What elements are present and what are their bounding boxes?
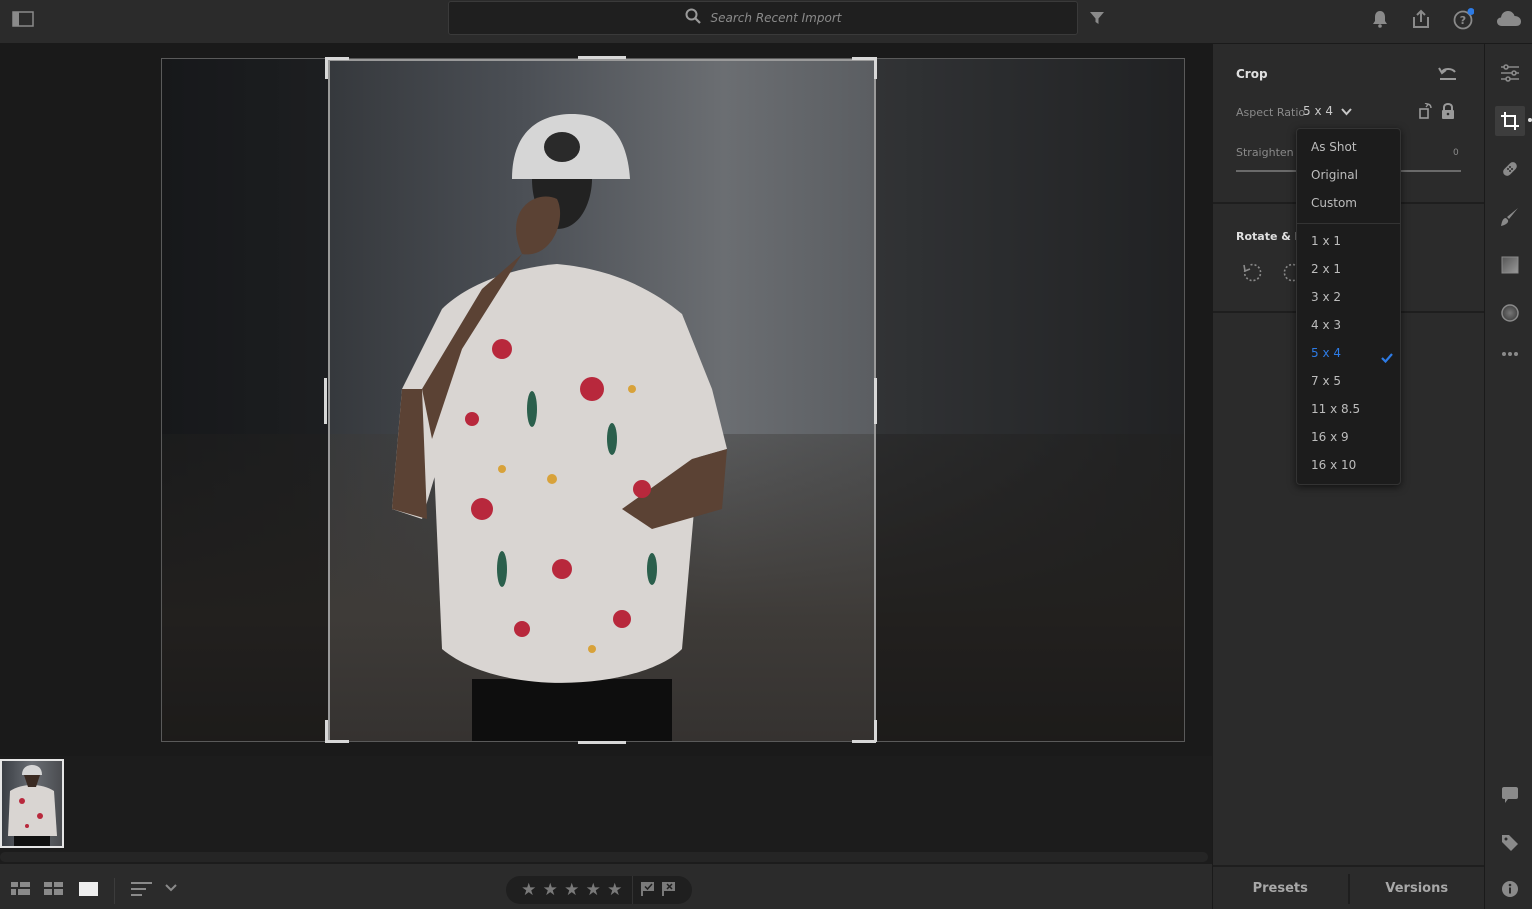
flag-pick-icon[interactable] (640, 881, 654, 900)
dropdown-option[interactable]: 16 x 9 (1311, 430, 1349, 444)
star-5[interactable]: ★ (604, 880, 626, 900)
search-placeholder: Search Recent Import (710, 11, 842, 25)
crop-handle-top-right[interactable] (852, 57, 876, 60)
crop-handle-top-left-v[interactable] (325, 57, 328, 79)
filmstrip-scrollbar[interactable] (0, 852, 1208, 862)
filmstrip (0, 756, 1212, 864)
dropdown-option[interactable]: 3 x 2 (1311, 290, 1341, 304)
search-icon (685, 8, 701, 28)
top-bar: Search Recent Import ? (0, 0, 1532, 44)
edit-sliders-icon[interactable] (1495, 58, 1525, 88)
crop-mask-left (162, 59, 328, 741)
crop-frame[interactable] (328, 59, 876, 741)
radial-gradient-icon[interactable] (1495, 298, 1525, 328)
rating-divider (631, 876, 633, 904)
panel-toggle-icon[interactable] (12, 10, 34, 28)
star-2[interactable]: ★ (540, 880, 562, 900)
crop-handle-bottom[interactable] (578, 741, 626, 744)
crop-handle-top-left[interactable] (325, 57, 349, 60)
help-icon[interactable]: ? (1451, 8, 1475, 30)
linear-gradient-icon[interactable] (1495, 250, 1525, 280)
lock-icon[interactable] (1440, 102, 1456, 120)
crop-handle-bottom-left[interactable] (325, 740, 349, 743)
dropdown-option[interactable]: 1 x 1 (1311, 234, 1341, 248)
dropdown-option[interactable]: 4 x 3 (1311, 318, 1341, 332)
panel-bottom-tabs: Presets Versions (1212, 865, 1484, 909)
crop-handle-bottom-right[interactable] (852, 740, 876, 743)
crop-handle-left[interactable] (324, 378, 327, 424)
dropdown-separator (1297, 223, 1400, 224)
star-3[interactable]: ★ (561, 880, 583, 900)
detail-view-icon[interactable] (78, 881, 98, 896)
square-grid-view-icon[interactable] (43, 881, 63, 895)
sort-chevron-down-icon[interactable] (164, 882, 178, 894)
crop-handle-top-right-v[interactable] (874, 57, 877, 79)
star-4[interactable]: ★ (583, 880, 605, 900)
rotate-aspect-icon[interactable] (1418, 102, 1434, 120)
tool-strip (1484, 44, 1532, 909)
brush-icon[interactable] (1495, 202, 1525, 232)
star-rating: ★ ★ ★ ★ ★ (506, 876, 692, 904)
dropdown-option[interactable]: 16 x 10 (1311, 458, 1356, 472)
sort-icon[interactable] (130, 881, 152, 897)
svg-text:?: ? (1460, 14, 1466, 27)
flag-reject-icon[interactable] (661, 881, 675, 900)
photo-grid-view-icon[interactable] (10, 881, 30, 895)
rotate-left-icon[interactable] (1241, 261, 1263, 283)
aspect-ratio-value[interactable]: 5 x 4 (1303, 104, 1333, 118)
versions-tab[interactable]: Versions (1350, 867, 1485, 909)
photo[interactable] (161, 58, 1185, 742)
dropdown-option[interactable]: 2 x 1 (1311, 262, 1341, 276)
filmstrip-thumbnail[interactable] (0, 759, 64, 848)
crop-handle-right[interactable] (874, 378, 877, 424)
dropdown-option-as-shot[interactable]: As Shot (1311, 140, 1357, 154)
dropdown-option[interactable]: 11 x 8.5 (1311, 402, 1360, 416)
dropdown-option-original[interactable]: Original (1311, 168, 1358, 182)
star-1[interactable]: ★ (518, 880, 540, 900)
crop-handle-bottom-right-v[interactable] (874, 720, 877, 742)
aspect-ratio-chevron-down-icon[interactable] (1340, 106, 1352, 118)
toolbar-divider (114, 878, 115, 904)
photo-canvas (0, 44, 1212, 756)
cloud-icon[interactable] (1495, 8, 1523, 28)
reset-crop-icon[interactable] (1437, 64, 1459, 82)
crop-icon[interactable] (1495, 106, 1525, 136)
straighten-label: Straighten (1236, 146, 1294, 159)
dropdown-option[interactable]: 7 x 5 (1311, 374, 1341, 388)
bottom-toolbar: ★ ★ ★ ★ ★ (0, 864, 1212, 909)
aspect-ratio-dropdown: As Shot Original Custom 1 x 1 2 x 1 3 x … (1296, 128, 1401, 485)
presets-tab[interactable]: Presets (1213, 867, 1348, 909)
crop-handle-bottom-left-v[interactable] (325, 720, 328, 742)
aspect-ratio-label: Aspect Ratio (1236, 106, 1306, 119)
dropdown-option-selected[interactable]: 5 x 4 (1311, 346, 1341, 360)
dropdown-option-custom[interactable]: Custom (1311, 196, 1357, 210)
crop-handle-top[interactable] (578, 56, 626, 59)
checkmark-icon (1381, 348, 1393, 367)
healing-icon[interactable] (1495, 154, 1525, 184)
tag-icon[interactable] (1495, 828, 1525, 858)
straighten-value[interactable]: 0 (1453, 148, 1459, 158)
comment-icon[interactable] (1495, 780, 1525, 810)
crop-mask-right (876, 59, 1184, 741)
search-input[interactable]: Search Recent Import (448, 1, 1078, 35)
share-icon[interactable] (1410, 8, 1432, 30)
bell-icon[interactable] (1370, 9, 1390, 29)
crop-title: Crop (1236, 67, 1268, 81)
info-icon[interactable] (1495, 874, 1525, 904)
active-tool-indicator (1528, 118, 1532, 122)
filter-icon[interactable] (1089, 10, 1105, 26)
more-icon[interactable] (1495, 339, 1525, 369)
